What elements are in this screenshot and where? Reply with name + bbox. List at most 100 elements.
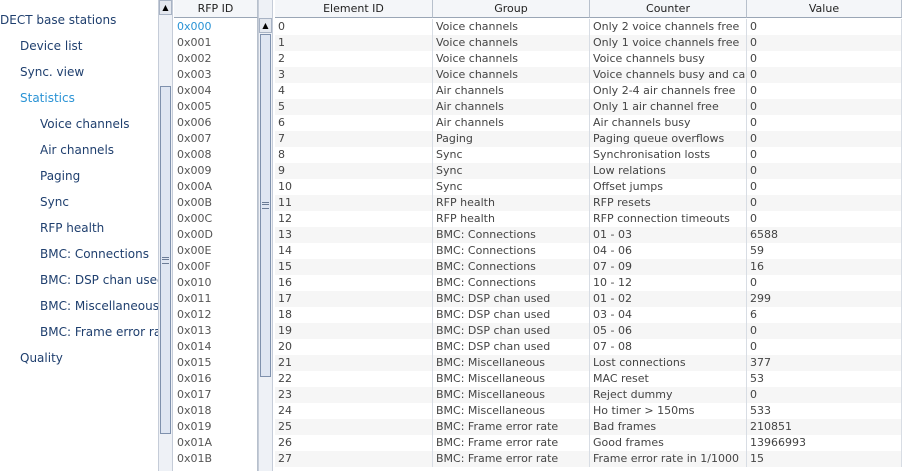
table-row[interactable]: 26 BMC: Frame error rate Good frames 139669… xyxy=(275,435,902,451)
nav-item-paging[interactable]: Paging xyxy=(40,169,80,183)
nav-scrollbar-thumb[interactable] xyxy=(160,86,171,434)
rfp-id-header[interactable]: RFP ID xyxy=(174,0,258,18)
rfp-id-item[interactable]: 0x009 xyxy=(177,163,212,179)
nav-item-bmc-miscellaneous[interactable]: BMC: Miscellaneous xyxy=(40,299,158,313)
table-row[interactable]: 7 Paging Paging queue overflows 0 xyxy=(275,131,902,147)
nav-scroll-up-button[interactable]: ▲ xyxy=(159,0,172,15)
nav-item-bmc-frame-error-rate[interactable]: BMC: Frame error rate xyxy=(40,325,158,339)
cell-value: 16 xyxy=(747,259,902,275)
rfp-id-item[interactable]: 0x016 xyxy=(177,371,212,387)
rfp-id-item[interactable]: 0x008 xyxy=(177,147,212,163)
nav-item-sync-view[interactable]: Sync. view xyxy=(20,65,84,79)
cell-counter: Only 2-4 air channels free xyxy=(590,83,747,99)
rfp-id-item[interactable]: 0x010 xyxy=(177,275,212,291)
table-row[interactable]: 4 Air channels Only 2-4 air channels free 0 xyxy=(275,83,902,99)
table-row[interactable]: 8 Sync Synchronisation losts 0 xyxy=(275,147,902,163)
column-header-group[interactable]: Group xyxy=(433,0,590,18)
rfp-id-item[interactable]: 0x012 xyxy=(177,307,212,323)
rfp-id-item[interactable]: 0x00A xyxy=(177,179,212,195)
table-row[interactable]: 0 Voice channels Only 2 voice channels fre… xyxy=(275,19,902,35)
table-row[interactable]: 2 Voice channels Voice channels busy 0 xyxy=(275,51,902,67)
rfp-list-scrollbar[interactable]: ▲ xyxy=(258,0,273,471)
cell-counter: Air channels busy xyxy=(590,115,747,131)
column-header-element-id[interactable]: Element ID xyxy=(275,0,433,18)
rfp-id-item[interactable]: 0x015 xyxy=(177,355,212,371)
table-row[interactable]: 24 BMC: Miscellaneous Ho timer > 150ms 533 xyxy=(275,403,902,419)
table-row[interactable]: 5 Air channels Only 1 air channel free 0 xyxy=(275,99,902,115)
rfp-id-item[interactable]: 0x004 xyxy=(177,83,212,99)
table-row[interactable]: 14 BMC: Connections 04 - 06 59 xyxy=(275,243,902,259)
rfp-id-item[interactable]: 0x019 xyxy=(177,419,212,435)
nav-scrollbar[interactable]: ▲ xyxy=(158,0,173,471)
rfp-scroll-up-button[interactable]: ▲ xyxy=(259,18,272,33)
rfp-id-item[interactable]: 0x01B xyxy=(177,451,212,467)
rfp-id-item[interactable]: 0x006 xyxy=(177,115,212,131)
table-row[interactable]: 16 BMC: Connections 10 - 12 0 xyxy=(275,275,902,291)
cell-counter: Offset jumps xyxy=(590,179,747,195)
rfp-id-item[interactable]: 0x018 xyxy=(177,403,212,419)
table-row[interactable]: 22 BMC: Miscellaneous MAC reset 53 xyxy=(275,371,902,387)
nav-item-bmc-connections[interactable]: BMC: Connections xyxy=(40,247,149,261)
nav-item-air-channels[interactable]: Air channels xyxy=(40,143,114,157)
table-row[interactable]: 12 RFP health RFP connection timeouts 0 xyxy=(275,211,902,227)
table-row[interactable]: 23 BMC: Miscellaneous Reject dummy 0 xyxy=(275,387,902,403)
cell-element-id: 19 xyxy=(275,323,433,339)
cell-value: 0 xyxy=(747,163,902,179)
table-row[interactable]: 10 Sync Offset jumps 0 xyxy=(275,179,902,195)
table-row[interactable]: 21 BMC: Miscellaneous Lost connections 377 xyxy=(275,355,902,371)
table-row[interactable]: 9 Sync Low relations 0 xyxy=(275,163,902,179)
nav-item-device-list[interactable]: Device list xyxy=(20,39,82,53)
rfp-id-item[interactable]: 0x005 xyxy=(177,99,212,115)
rfp-id-item[interactable]: 0x00E xyxy=(177,243,211,259)
rfp-id-item[interactable]: 0x007 xyxy=(177,131,212,147)
cell-element-id: 24 xyxy=(275,403,433,419)
table-row[interactable]: 3 Voice channels Voice channels busy and c… xyxy=(275,67,902,83)
nav-item-quality[interactable]: Quality xyxy=(20,351,63,365)
cell-group: BMC: Frame error rate xyxy=(433,451,590,467)
rfp-id-item[interactable]: 0x000 xyxy=(177,19,212,35)
rfp-id-item[interactable]: 0x013 xyxy=(177,323,212,339)
cell-group: BMC: Miscellaneous xyxy=(433,371,590,387)
column-header-value[interactable]: Value xyxy=(747,0,902,18)
rfp-id-item[interactable]: 0x00F xyxy=(177,259,211,275)
nav-item-voice-channels[interactable]: Voice channels xyxy=(40,117,129,131)
rfp-id-item[interactable]: 0x017 xyxy=(177,387,212,403)
table-row[interactable]: 19 BMC: DSP chan used 05 - 06 0 xyxy=(275,323,902,339)
column-header-counter[interactable]: Counter xyxy=(590,0,747,18)
rfp-id-item[interactable]: 0x002 xyxy=(177,51,212,67)
cell-group: Air channels xyxy=(433,99,590,115)
table-row[interactable]: 20 BMC: DSP chan used 07 - 08 0 xyxy=(275,339,902,355)
rfp-id-item[interactable]: 0x003 xyxy=(177,67,212,83)
rfp-id-item[interactable]: 0x00B xyxy=(177,195,212,211)
nav-item-bmc-dsp-chan-used[interactable]: BMC: DSP chan used xyxy=(40,273,158,287)
table-row[interactable]: 18 BMC: DSP chan used 03 - 04 6 xyxy=(275,307,902,323)
cell-value: 0 xyxy=(747,387,902,403)
cell-counter: Voice channels busy and call... xyxy=(590,67,747,83)
cell-value: 0 xyxy=(747,35,902,51)
rfp-id-item[interactable]: 0x00C xyxy=(177,211,212,227)
table-row[interactable]: 15 BMC: Connections 07 - 09 16 xyxy=(275,259,902,275)
cell-element-id: 26 xyxy=(275,435,433,451)
rfp-id-item[interactable]: 0x011 xyxy=(177,291,212,307)
rfp-id-item[interactable]: 0x00D xyxy=(177,227,213,243)
rfp-id-item[interactable]: 0x01A xyxy=(177,435,212,451)
table-row[interactable]: 6 Air channels Air channels busy 0 xyxy=(275,115,902,131)
cell-value: 0 xyxy=(747,67,902,83)
table-row[interactable]: 17 BMC: DSP chan used 01 - 02 299 xyxy=(275,291,902,307)
rfp-scrollbar-thumb[interactable] xyxy=(260,34,271,377)
cell-value: 377 xyxy=(747,355,902,371)
table-row[interactable]: 13 BMC: Connections 01 - 03 6588 xyxy=(275,227,902,243)
cell-counter: 10 - 12 xyxy=(590,275,747,291)
cell-group: BMC: Miscellaneous xyxy=(433,387,590,403)
table-row[interactable]: 11 RFP health RFP resets 0 xyxy=(275,195,902,211)
table-row[interactable]: 1 Voice channels Only 1 voice channels fre… xyxy=(275,35,902,51)
table-row[interactable]: 27 BMC: Frame error rate Frame error rate … xyxy=(275,451,902,467)
rfp-id-item[interactable]: 0x014 xyxy=(177,339,212,355)
table-row[interactable]: 25 BMC: Frame error rate Bad frames 210851 xyxy=(275,419,902,435)
rfp-id-item[interactable]: 0x001 xyxy=(177,35,212,51)
nav-item-rfp-health[interactable]: RFP health xyxy=(40,221,104,235)
nav-item-sync[interactable]: Sync xyxy=(40,195,69,209)
cell-element-id: 20 xyxy=(275,339,433,355)
nav-item-statistics[interactable]: Statistics xyxy=(20,91,75,105)
nav-root-dect-base-stations[interactable]: DECT base stations xyxy=(0,13,116,27)
